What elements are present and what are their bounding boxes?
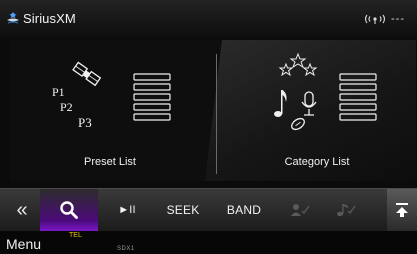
search-button[interactable]	[40, 189, 98, 231]
artist-button[interactable]	[282, 189, 318, 231]
back-button[interactable]: «	[6, 189, 38, 231]
eject-icon	[396, 203, 408, 217]
seek-label: SEEK	[166, 203, 200, 217]
top-status-bar: SiriusXM ---	[0, 0, 417, 40]
menu-button[interactable]: Menu	[6, 236, 41, 252]
siriusxm-logo: SiriusXM	[6, 11, 76, 26]
double-chevron-left-icon: «	[16, 198, 28, 221]
panel-divider	[216, 54, 217, 174]
band-button[interactable]: BAND	[218, 189, 270, 231]
signal-icon	[364, 14, 386, 24]
main-panel: P1 P2 P3 Preset List Category List	[10, 40, 416, 181]
bottom-toolbar: « ►II SEEK BAND	[0, 188, 417, 231]
search-icon	[60, 201, 78, 219]
brand-name: SiriusXM	[23, 11, 76, 26]
category-list-label: Category List	[284, 156, 350, 168]
signal-indicator: ---	[363, 13, 405, 25]
category-list-icon	[274, 52, 377, 131]
artist-check-icon	[291, 204, 310, 216]
seek-button[interactable]: SEEK	[160, 189, 206, 231]
preset-tag-2: P2	[60, 100, 73, 114]
preset-list-label: Preset List	[84, 156, 136, 168]
category-list-button[interactable]: Category List	[218, 40, 416, 181]
tel-indicator: TEL	[69, 232, 82, 239]
play-pause-button[interactable]: ►II	[104, 189, 150, 231]
footer-bar: Menu TEL SDX1	[0, 231, 417, 254]
preset-tag-1: P1	[52, 85, 65, 99]
eject-button[interactable]	[387, 189, 417, 231]
signal-text: ---	[391, 13, 405, 25]
preset-list-icon: P1 P2 P3	[52, 61, 171, 130]
preset-tag-3: P3	[78, 115, 92, 130]
song-button[interactable]	[328, 189, 364, 231]
music-check-icon	[337, 204, 356, 217]
play-pause-icon: ►II	[118, 204, 136, 216]
siriusxm-logo-mark	[6, 11, 20, 26]
band-label: BAND	[226, 203, 262, 217]
preset-list-button[interactable]: P1 P2 P3 Preset List	[10, 40, 210, 181]
footer-small-text: SDX1	[117, 246, 135, 252]
